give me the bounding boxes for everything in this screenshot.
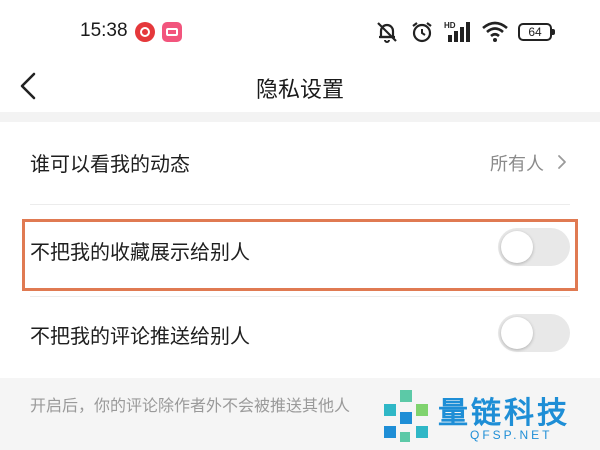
- setting-row-hide-comments: 不把我的评论推送给别人: [0, 296, 600, 378]
- alarm-icon: [412, 22, 432, 43]
- status-icons: HD 64: [374, 18, 555, 46]
- section-divider: [0, 112, 600, 122]
- who-can-see-value: 所有人: [490, 154, 544, 175]
- row-divider: [30, 204, 570, 205]
- hide-comments-toggle[interactable]: [498, 314, 570, 352]
- setting-row-who-can-see[interactable]: 谁可以看我的动态 所有人: [0, 122, 600, 204]
- watermark: 量链科技 QFSP.NET: [378, 384, 600, 450]
- hd-label: HD: [444, 21, 456, 30]
- nav-header: 隐私设置: [0, 64, 600, 112]
- status-bar: 15:38 HD 64: [0, 0, 600, 64]
- chevron-right-icon: [558, 155, 566, 169]
- mute-bell-icon: [377, 22, 397, 43]
- watermark-url: QFSP.NET: [470, 428, 553, 442]
- battery-icon: 64: [518, 23, 555, 41]
- signal-icon: HD: [444, 21, 470, 42]
- watermark-logo-icon: [384, 390, 428, 442]
- status-time: 15:38: [80, 20, 128, 41]
- hide-comments-label: 不把我的评论推送给别人: [30, 324, 250, 348]
- wifi-icon: [482, 21, 508, 42]
- who-can-see-label: 谁可以看我的动态: [30, 152, 190, 176]
- pink-app-icon: [162, 22, 182, 42]
- highlight-box: [22, 219, 578, 291]
- watermark-name: 量链科技: [438, 396, 570, 431]
- footnote-text: 开启后，你的评论除作者外不会被推送其他人: [30, 396, 351, 415]
- toggle-knob: [501, 317, 533, 349]
- page-title: 隐私设置: [255, 78, 344, 103]
- netease-music-app-icon: [135, 22, 155, 42]
